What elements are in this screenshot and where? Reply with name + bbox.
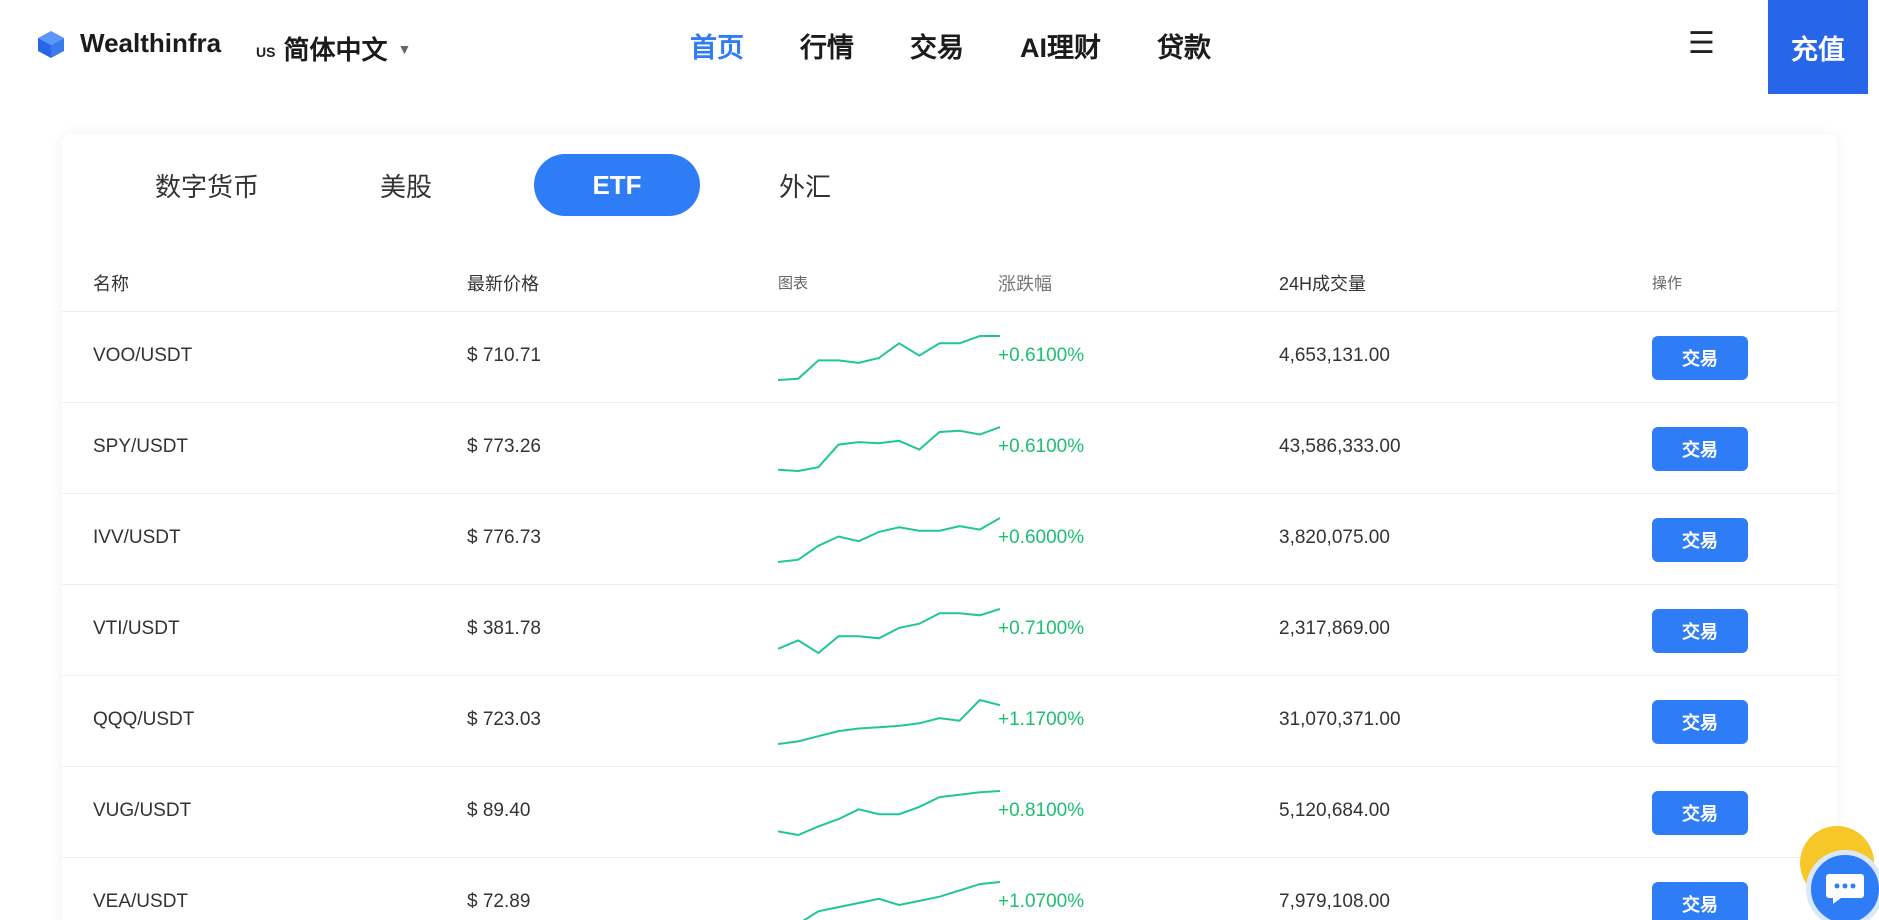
change-percent: +0.8100% bbox=[998, 800, 1085, 821]
trade-button[interactable]: 交易 bbox=[1652, 700, 1748, 744]
tab-forex[interactable]: 外汇 bbox=[730, 154, 880, 216]
pair-name: SPY/USDT bbox=[93, 436, 189, 457]
table-row[interactable]: SPY/USDT $ 773.26 +0.6100% 43,586,333.00… bbox=[62, 403, 1837, 494]
pair-name: VTI/USDT bbox=[93, 618, 180, 639]
sparkline-chart bbox=[778, 790, 1000, 837]
sparkline-chart bbox=[778, 426, 1000, 473]
sparkline-path bbox=[778, 790, 1000, 837]
volume-24h: 3,820,075.00 bbox=[1279, 527, 1390, 548]
caret-down-icon: ▼ bbox=[397, 40, 412, 57]
market-tabs: 数字货币 美股 ETF 外汇 bbox=[122, 154, 880, 216]
language-label: 简体中文 bbox=[283, 35, 388, 65]
latest-price: $ 381.78 bbox=[467, 618, 541, 639]
sparkline-path bbox=[778, 335, 1000, 381]
change-percent: +1.0700% bbox=[998, 891, 1085, 912]
change-percent: +0.6100% bbox=[998, 345, 1085, 366]
trade-button[interactable]: 交易 bbox=[1652, 427, 1748, 471]
change-percent: +0.6000% bbox=[998, 527, 1085, 548]
sparkline-chart bbox=[778, 698, 1000, 745]
tab-us-stocks[interactable]: 美股 bbox=[316, 154, 496, 216]
change-percent: +1.1700% bbox=[998, 709, 1085, 730]
latest-price: $ 723.03 bbox=[467, 709, 541, 730]
sparkline-path bbox=[778, 517, 1000, 563]
market-card: 数字货币 美股 ETF 外汇 名称 最新价格 图表 涨跌幅 24H成交量 操作 … bbox=[62, 134, 1837, 920]
hamburger-menu-icon[interactable]: ☰ bbox=[1688, 26, 1715, 61]
language-selector[interactable]: US 简体中文 ▼ bbox=[256, 30, 411, 67]
latest-price: $ 776.73 bbox=[467, 527, 541, 548]
latest-price: $ 710.71 bbox=[467, 345, 541, 366]
volume-24h: 4,653,131.00 bbox=[1279, 345, 1390, 366]
top-navbar: Wealthinfra US 简体中文 ▼ 首页 行情 交易 AI理财 贷款 ☰… bbox=[0, 0, 1879, 94]
table-header: 名称 最新价格 图表 涨跌幅 24H成交量 操作 bbox=[62, 254, 1837, 312]
latest-price: $ 72.89 bbox=[467, 891, 531, 912]
pair-name: VOO/USDT bbox=[93, 345, 193, 366]
header-chart: 图表 bbox=[778, 275, 809, 292]
chat-bubble-icon[interactable] bbox=[1806, 850, 1879, 920]
volume-24h: 5,120,684.00 bbox=[1279, 800, 1390, 821]
sparkline-chart bbox=[778, 517, 1000, 563]
logo[interactable]: Wealthinfra bbox=[36, 28, 221, 59]
sparkline-path bbox=[778, 698, 1000, 745]
nav-home[interactable]: 首页 bbox=[690, 26, 744, 65]
table-row[interactable]: VEA/USDT $ 72.89 +1.0700% 7,979,108.00 交… bbox=[62, 858, 1837, 920]
trade-button[interactable]: 交易 bbox=[1652, 336, 1748, 380]
trade-button[interactable]: 交易 bbox=[1652, 882, 1748, 920]
sparkline-path bbox=[802, 881, 1000, 920]
header-name: 名称 bbox=[93, 274, 129, 294]
change-percent: +0.6100% bbox=[998, 436, 1085, 457]
sparkline-chart bbox=[802, 881, 1000, 920]
trade-button[interactable]: 交易 bbox=[1652, 791, 1748, 835]
table-row[interactable]: VTI/USDT $ 381.78 +0.7100% 2,317,869.00 … bbox=[62, 585, 1837, 676]
language-code: US bbox=[256, 43, 276, 60]
sparkline-path bbox=[778, 608, 1000, 655]
sparkline-chart bbox=[778, 335, 1000, 381]
nav-loan[interactable]: 贷款 bbox=[1157, 26, 1211, 65]
market-table-body: VOO/USDT $ 710.71 +0.6100% 4,653,131.00 … bbox=[62, 312, 1837, 920]
volume-24h: 7,979,108.00 bbox=[1279, 891, 1390, 912]
table-row[interactable]: VOO/USDT $ 710.71 +0.6100% 4,653,131.00 … bbox=[62, 312, 1837, 403]
header-action: 操作 bbox=[1652, 275, 1683, 292]
pair-name: VEA/USDT bbox=[93, 891, 189, 912]
nav-market[interactable]: 行情 bbox=[800, 26, 854, 65]
latest-price: $ 89.40 bbox=[467, 800, 531, 821]
table-row[interactable]: IVV/USDT $ 776.73 +0.6000% 3,820,075.00 … bbox=[62, 494, 1837, 585]
sparkline-path bbox=[778, 426, 1000, 473]
tab-etf[interactable]: ETF bbox=[534, 154, 700, 216]
trade-button[interactable]: 交易 bbox=[1652, 518, 1748, 562]
table-row[interactable]: VUG/USDT $ 89.40 +0.8100% 5,120,684.00 交… bbox=[62, 767, 1837, 858]
change-percent: +0.7100% bbox=[998, 618, 1085, 639]
nav-trade[interactable]: 交易 bbox=[910, 26, 964, 65]
header-change: 涨跌幅 bbox=[998, 274, 1052, 294]
pair-name: VUG/USDT bbox=[93, 800, 192, 821]
tab-crypto[interactable]: 数字货币 bbox=[122, 154, 292, 216]
main-nav: 首页 行情 交易 AI理财 贷款 bbox=[690, 26, 1267, 65]
cube-logo-icon bbox=[38, 30, 64, 58]
chat-glyph-icon bbox=[1826, 874, 1864, 904]
volume-24h: 43,586,333.00 bbox=[1279, 436, 1401, 457]
volume-24h: 2,317,869.00 bbox=[1279, 618, 1390, 639]
nav-ai-finance[interactable]: AI理财 bbox=[1020, 26, 1101, 65]
table-row[interactable]: QQQ/USDT $ 723.03 +1.1700% 31,070,371.00… bbox=[62, 676, 1837, 767]
pair-name: IVV/USDT bbox=[93, 527, 181, 548]
brand-name: Wealthinfra bbox=[80, 28, 222, 58]
header-volume: 24H成交量 bbox=[1279, 274, 1367, 294]
recharge-button[interactable]: 充值 bbox=[1768, 0, 1868, 94]
pair-name: QQQ/USDT bbox=[93, 709, 195, 730]
trade-button[interactable]: 交易 bbox=[1652, 609, 1748, 653]
volume-24h: 31,070,371.00 bbox=[1279, 709, 1401, 730]
sparkline-chart bbox=[778, 608, 1000, 655]
latest-price: $ 773.26 bbox=[467, 436, 541, 457]
header-price: 最新价格 bbox=[467, 274, 539, 294]
